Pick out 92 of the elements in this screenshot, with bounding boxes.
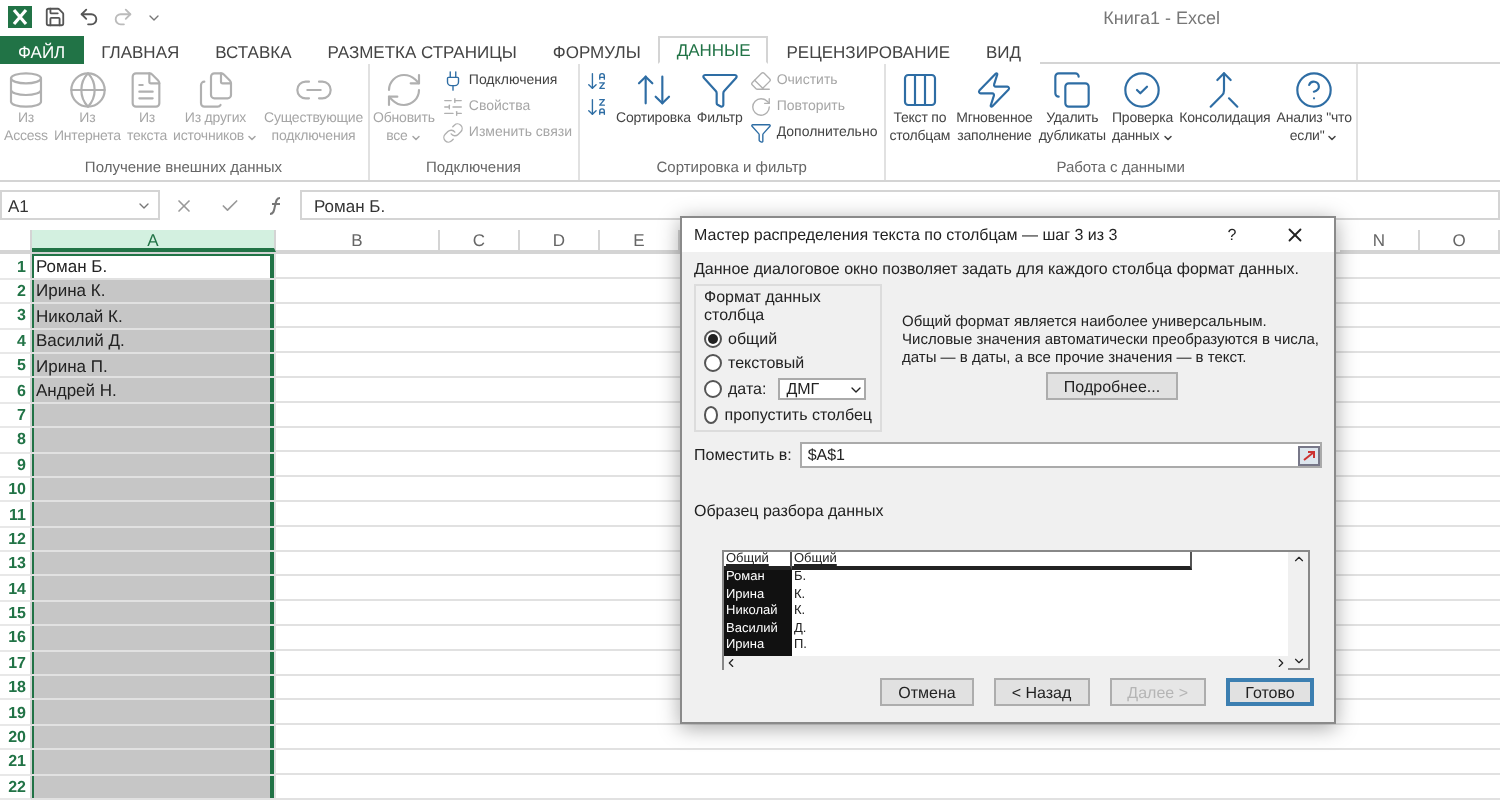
plug-icon: [442, 70, 465, 93]
sort-ascending-icon: [585, 70, 608, 93]
group-label: Формат данных столбца: [704, 288, 823, 324]
close-icon[interactable]: [1284, 224, 1306, 246]
copy-icon: [1052, 70, 1093, 111]
row-header[interactable]: 4: [0, 329, 32, 354]
table-cell: Ирина П.: [32, 353, 276, 379]
radio-button[interactable]: [704, 380, 722, 398]
row-header[interactable]: 19: [0, 700, 32, 726]
database-icon: [5, 70, 46, 111]
spreadsheet-logo-icon: [8, 6, 32, 29]
sort-descending-icon: [585, 96, 608, 119]
radio-button[interactable]: [704, 354, 722, 372]
help-button[interactable]: ?: [1216, 226, 1248, 244]
scroll-down-icon[interactable]: [1291, 654, 1305, 668]
preview-label: Образец разбора данных: [694, 502, 886, 520]
table-cell: Ирина К.: [32, 279, 276, 305]
destination-field[interactable]: $A$1: [799, 442, 1322, 468]
save-icon[interactable]: [44, 6, 66, 29]
dialog-button[interactable]: Отмена: [880, 678, 974, 706]
check-circle-icon: [1122, 70, 1163, 111]
table-cell: Андрей Н.: [32, 378, 276, 404]
row-header[interactable]: 7: [0, 403, 32, 429]
name-box[interactable]: A1: [0, 190, 160, 221]
table-cell: Роман Б.: [32, 254, 276, 280]
row-header[interactable]: 5: [0, 353, 32, 379]
destination-label: Поместить в:: [694, 446, 792, 464]
row-header[interactable]: 1: [0, 254, 32, 280]
dialog-button[interactable]: Готово: [1226, 678, 1314, 706]
radio-option[interactable]: текстовый: [704, 354, 872, 372]
redo-icon: [750, 96, 773, 119]
ribbon-tab[interactable]: ГЛАВНАЯ: [83, 35, 198, 65]
ribbon-tab[interactable]: ФАЙЛ: [0, 35, 84, 65]
details-button[interactable]: Подробнее...: [1045, 372, 1179, 400]
check-icon[interactable]: [219, 195, 240, 216]
row-header[interactable]: 12: [0, 527, 32, 553]
cancel-icon[interactable]: [173, 195, 194, 216]
radio-option[interactable]: дата:: [704, 380, 767, 398]
row-header[interactable]: 22: [0, 775, 32, 800]
radio-option[interactable]: общий: [704, 330, 872, 348]
row-header[interactable]: 17: [0, 651, 32, 677]
ribbon-tab[interactable]: ДАННЫЕ: [658, 35, 769, 65]
link-icon: [442, 122, 465, 145]
radio-button[interactable]: [704, 330, 722, 348]
row-header[interactable]: 10: [0, 477, 32, 503]
dialog-button[interactable]: < Назад: [993, 678, 1090, 706]
eraser-icon: [750, 70, 773, 93]
column-header[interactable]: C: [440, 230, 520, 253]
column-header[interactable]: B: [276, 230, 440, 253]
table-cell: Василий Д.: [32, 329, 276, 354]
table-cell: Николай К.: [32, 304, 276, 330]
row-header[interactable]: 9: [0, 453, 32, 478]
row-header[interactable]: 6: [0, 378, 32, 404]
sort-ascending-button[interactable]: [585, 70, 608, 93]
row-header[interactable]: 21: [0, 750, 32, 776]
row-header[interactable]: 13: [0, 552, 32, 577]
radio-button[interactable]: [704, 406, 719, 424]
column-header[interactable]: E: [600, 230, 680, 253]
row-header[interactable]: 16: [0, 626, 32, 652]
help-icon: [1294, 70, 1335, 111]
columns-icon: [899, 70, 940, 111]
scroll-right-icon[interactable]: [1274, 655, 1288, 669]
globe-icon: [67, 70, 108, 111]
funnel-icon: [699, 70, 740, 111]
row-header[interactable]: 15: [0, 601, 32, 627]
row-header[interactable]: 20: [0, 725, 32, 751]
scroll-left-icon[interactable]: [724, 655, 738, 669]
date-format-select[interactable]: ДМГ: [778, 378, 867, 400]
radio-option[interactable]: пропустить столбец: [704, 406, 872, 424]
row-header[interactable]: 2: [0, 279, 32, 305]
row-header[interactable]: 8: [0, 428, 32, 454]
row-header[interactable]: 3: [0, 304, 32, 330]
row-header[interactable]: 11: [0, 502, 32, 528]
row-header[interactable]: 14: [0, 576, 32, 602]
scroll-up-icon[interactable]: [1291, 552, 1305, 566]
funnel-icon: [750, 122, 773, 145]
undo-icon[interactable]: [78, 6, 100, 29]
ribbon-tab[interactable]: ФОРМУЛЫ: [534, 35, 659, 65]
sliders-icon: [442, 96, 465, 119]
window-title: Книга1 - Excel: [1103, 7, 1220, 28]
refresh-icon: [383, 70, 424, 111]
sort-descending-button[interactable]: [585, 96, 608, 119]
column-header[interactable]: N: [1340, 230, 1420, 253]
column-header[interactable]: A: [32, 230, 276, 253]
column-header[interactable]: D: [520, 230, 600, 253]
row-header[interactable]: 18: [0, 676, 32, 701]
files-icon: [195, 70, 236, 111]
dialog-title: Мастер распределения текста по столбцам — шаг 3 из 3: [694, 226, 1120, 244]
description-text: Данное диалоговое окно позволяет задать для каждого столбца формат данных.: [694, 260, 1301, 278]
lightning-icon: [974, 70, 1015, 111]
collapse-icon[interactable]: [1298, 445, 1320, 465]
column-header[interactable]: O: [1420, 230, 1500, 253]
